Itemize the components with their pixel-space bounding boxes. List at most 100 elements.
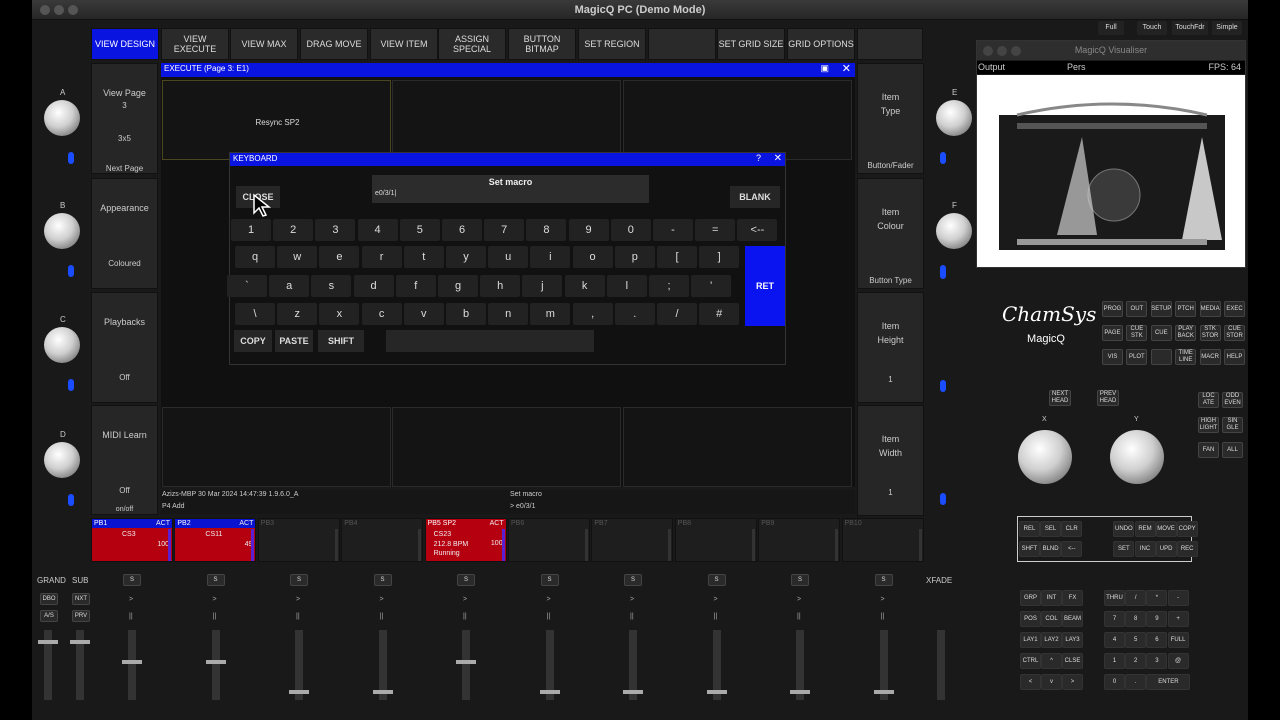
encoder-knob-f[interactable] — [936, 213, 972, 249]
playback-2[interactable]: PB2 ACT CS11 49 — [174, 518, 257, 562]
keypad-btn-18[interactable]: ENTER — [1146, 674, 1191, 690]
key-row4-7[interactable]: m — [530, 303, 571, 325]
execute-cell-resync[interactable]: Resync SP2 — [162, 80, 391, 160]
playback-pause-icon[interactable]: || — [714, 613, 718, 620]
key-row1-6[interactable]: 7 — [484, 219, 525, 241]
encoder-knob-c[interactable] — [44, 327, 80, 363]
visualiser-pers-menu[interactable]: Pers — [1067, 62, 1086, 72]
key-row3-10[interactable]: ; — [649, 275, 689, 297]
key-row1-7[interactable]: 8 — [526, 219, 567, 241]
key-row2-1[interactable]: w — [277, 246, 318, 268]
keypad-btn-10[interactable]: 6 — [1146, 632, 1168, 648]
toolbar-button-empty[interactable] — [648, 28, 716, 60]
sel-btn-10[interactable]: ^ — [1041, 653, 1062, 669]
shift-button[interactable]: SHIFT — [318, 330, 364, 352]
key-row2-0[interactable]: q — [235, 246, 275, 268]
sel-btn-1[interactable]: INT — [1041, 590, 1062, 606]
select-btn-sin-gle[interactable]: SIN GLE — [1222, 417, 1243, 433]
console-btn-out[interactable]: OUT — [1126, 301, 1148, 317]
execute-cell[interactable] — [392, 407, 621, 487]
key-row3-7[interactable]: j — [522, 275, 563, 297]
playback-6[interactable]: PB6 — [508, 518, 590, 562]
key-row1-10[interactable]: - — [653, 219, 693, 241]
keypad-btn-2[interactable]: * — [1146, 590, 1168, 606]
key-row3-8[interactable]: k — [564, 275, 605, 297]
key-row4-10[interactable]: / — [657, 303, 697, 325]
view-simple-button[interactable]: Simple — [1212, 21, 1242, 35]
as-button[interactable]: A/S — [40, 610, 58, 622]
console-btn-plot[interactable]: PLOT — [1126, 349, 1148, 365]
encoder-knob-x[interactable] — [1018, 430, 1072, 484]
toolbar-button-view-design[interactable]: VIEW DESIGN — [91, 28, 159, 60]
macro-input-box[interactable]: Set macro e0/3/1| — [372, 175, 649, 203]
playback-pause-icon[interactable]: || — [380, 613, 384, 620]
edit-btn-6[interactable]: MOVE — [1155, 521, 1177, 537]
nxt-button[interactable]: NXT — [72, 593, 90, 605]
playback-pause-icon[interactable]: || — [881, 613, 885, 620]
key-row2-9[interactable]: p — [614, 246, 655, 268]
minimize-window-icon[interactable] — [54, 5, 64, 15]
toolbar-button-button-bitmap[interactable]: BUTTON BITMAP — [508, 28, 576, 60]
playback-go-icon[interactable]: > — [129, 596, 133, 603]
key-row2-7[interactable]: i — [530, 246, 571, 268]
key-row2-3[interactable]: r — [361, 246, 402, 268]
console-btn-play-back[interactable]: PLAY BACK — [1175, 325, 1197, 341]
playback-s-button-7[interactable]: S — [624, 574, 642, 586]
playback-fader-1[interactable] — [128, 630, 136, 700]
toolbar-button-view-item[interactable]: VIEW ITEM — [370, 28, 438, 60]
playback-3[interactable]: PB3 — [257, 518, 340, 562]
playback-pause-icon[interactable]: || — [129, 613, 133, 620]
console-btn-stk-stor[interactable]: STK STOR — [1199, 325, 1221, 341]
key-row2-6[interactable]: u — [488, 246, 529, 268]
input-value[interactable]: e0/3/1| — [375, 190, 396, 197]
keypad-btn-6[interactable]: 9 — [1146, 611, 1168, 627]
sel-btn-5[interactable]: BEAM — [1062, 611, 1083, 627]
soft-panel-item-height[interactable]: Item Height 1 — [857, 292, 924, 403]
playback-s-button-2[interactable]: S — [206, 574, 225, 586]
prv-button[interactable]: PRV — [72, 610, 90, 622]
key-row1-8[interactable]: 9 — [568, 219, 609, 241]
keypad-btn-5[interactable]: 8 — [1125, 611, 1147, 627]
close-keyboard-icon[interactable]: ✕ — [774, 153, 782, 164]
playback-9[interactable]: PB9 — [758, 518, 841, 562]
playback-s-button-4[interactable]: S — [373, 574, 392, 586]
head-btn-0[interactable]: NEXT HEAD — [1049, 390, 1071, 406]
key-row1-4[interactable]: 5 — [399, 219, 440, 241]
close-execute-icon[interactable]: ✕ — [842, 62, 851, 75]
keypad-btn-9[interactable]: 5 — [1125, 632, 1147, 648]
close-window-icon[interactable] — [40, 5, 50, 15]
edit-btn-10[interactable]: <-- — [1061, 541, 1083, 557]
playback-4[interactable]: PB4 — [341, 518, 424, 562]
key-row3-4[interactable]: f — [395, 275, 436, 297]
console-btn-page[interactable]: PAGE — [1102, 325, 1123, 341]
key-row1-0[interactable]: 1 — [231, 219, 271, 241]
key-row3-5[interactable]: g — [438, 275, 478, 297]
playback-go-icon[interactable]: > — [380, 596, 384, 603]
console-btn-time-line[interactable]: TIME LINE — [1175, 349, 1197, 365]
select-btn-all[interactable]: ALL — [1222, 442, 1243, 458]
edit-btn-5[interactable]: REM — [1134, 521, 1156, 537]
maximize-icon[interactable]: ▣ — [820, 63, 829, 74]
playback-s-button-8[interactable]: S — [707, 574, 726, 586]
keypad-btn-1[interactable]: / — [1125, 590, 1147, 606]
key-row1-1[interactable]: 2 — [273, 219, 314, 241]
toolbar-button-grid-options[interactable]: GRID OPTIONS — [787, 28, 855, 60]
sel-btn-14[interactable]: > — [1062, 674, 1083, 690]
key-row2-10[interactable]: [ — [657, 246, 697, 268]
sel-btn-4[interactable]: COL — [1041, 611, 1062, 627]
playback-8[interactable]: PB8 — [674, 518, 757, 562]
keypad-btn-3[interactable]: - — [1167, 590, 1189, 606]
view-touchfdr-button[interactable]: TouchFdr — [1172, 21, 1208, 35]
soft-panel-item-type[interactable]: Item Type Button/Fader — [857, 63, 924, 174]
console-btn-cue[interactable]: CUE — [1150, 325, 1172, 341]
blank-button[interactable]: BLANK — [730, 186, 780, 208]
return-key[interactable]: RET — [745, 246, 785, 326]
edit-btn-14[interactable]: UPD — [1155, 541, 1177, 557]
keypad-btn-12[interactable]: 1 — [1104, 653, 1125, 669]
key-row1-9[interactable]: 0 — [610, 219, 651, 241]
encoder-knob-e[interactable] — [936, 100, 972, 136]
console-btn-ptch[interactable]: PTCH — [1175, 301, 1197, 317]
playback-fader-2[interactable] — [211, 630, 220, 700]
keypad-btn-14[interactable]: 3 — [1146, 653, 1168, 669]
soft-panel-view-page[interactable]: View Page 3 3x5 Next Page — [91, 63, 158, 174]
